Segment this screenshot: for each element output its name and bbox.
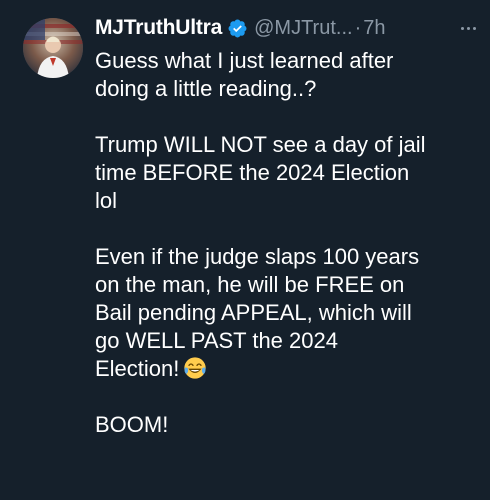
verified-badge-icon — [228, 19, 247, 37]
tweet-line: Even if the judge slaps 100 years — [95, 244, 420, 269]
tweet-line: Guess what I just learned after — [95, 48, 394, 73]
tweet-paragraph: Trump WILL NOT see a day of jail time BE… — [95, 131, 475, 215]
more-icon[interactable] — [459, 18, 478, 38]
tweet-header: MJTruthUltra @MJTrut... · 7h — [95, 13, 478, 43]
tweet-line: Bail pending APPEAL, which will — [95, 300, 412, 325]
tweet-line: on the man, he will be FREE on — [95, 272, 405, 297]
tweet-paragraph: Guess what I just learned after doing a … — [95, 47, 475, 103]
separator-dot: · — [354, 16, 362, 39]
tweet-line: Trump WILL NOT see a day of jail — [95, 132, 426, 157]
tweet-paragraph: BOOM! — [95, 411, 475, 439]
avatar[interactable] — [23, 18, 83, 78]
face-with-tears-of-joy-icon — [184, 357, 207, 379]
tweet-line: doing a little reading..? — [95, 76, 317, 101]
tweet-line: go WELL PAST the 2024 — [95, 328, 338, 353]
tweet-timestamp[interactable]: 7h — [363, 17, 385, 40]
author-display-name[interactable]: MJTruthUltra — [95, 16, 222, 40]
tweet: MJTruthUltra @MJTrut... · 7h Guess what … — [0, 0, 490, 500]
avatar-image — [23, 18, 83, 78]
tweet-paragraph: Even if the judge slaps 100 years on the… — [95, 243, 475, 383]
tweet-line-text: Election! — [95, 356, 180, 381]
author-handle[interactable]: @MJTrut... — [254, 17, 352, 40]
tweet-line: lol — [95, 188, 118, 213]
tweet-text: Guess what I just learned after doing a … — [95, 47, 475, 439]
tweet-line: time BEFORE the 2024 Election — [95, 160, 410, 185]
tweet-line-with-emoji: Election! — [95, 355, 475, 383]
tweet-line: BOOM! — [95, 412, 169, 437]
